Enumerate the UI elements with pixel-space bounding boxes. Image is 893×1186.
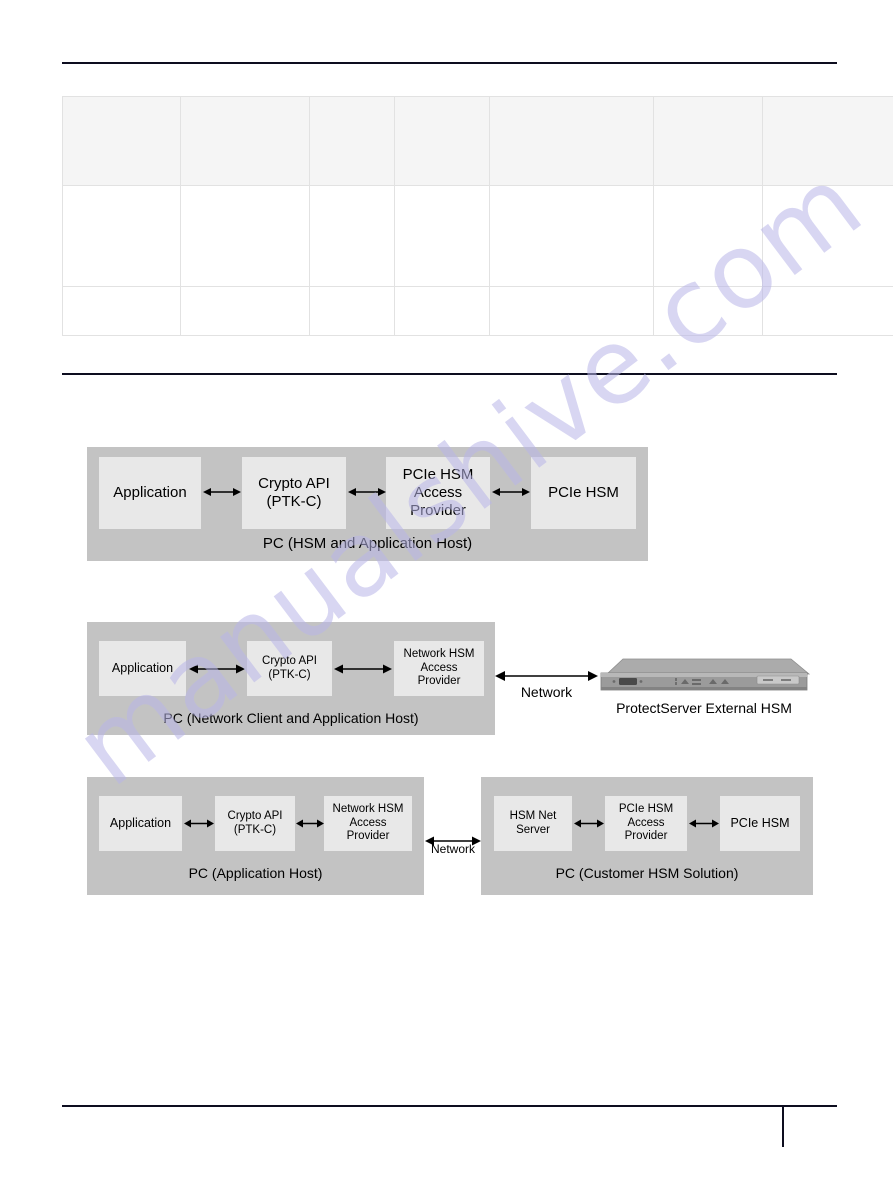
node-label-line2: Access	[349, 816, 387, 829]
host-caption-pc-application-host: PC (Application Host)	[188, 865, 323, 881]
node-label: PCIe HSM Access Provider	[619, 803, 673, 844]
connector-access-provider-to-pcie-hsm-icon	[689, 819, 719, 828]
node-label: Network HSM Access Provider	[333, 803, 404, 844]
node-network-hsm-access-provider: Network HSM Access Provider	[324, 796, 412, 851]
document-page: Application Crypto API (PTK-C) PCIe HSM …	[0, 0, 893, 1186]
node-label-line2: (PTK-C)	[233, 823, 277, 836]
node-pcie-hsm-access-provider: PCIe HSM Access Provider	[605, 796, 687, 851]
diagram-customer-hsm-solution: Application Crypto API (PTK-C) Network H…	[0, 0, 893, 1186]
node-label: PCIe HSM	[730, 816, 790, 831]
connector-crypto-api-to-network-access-provider-icon	[296, 819, 324, 828]
node-label-line3: Provider	[624, 830, 668, 843]
node-label-line1: PCIe HSM	[618, 803, 674, 816]
connector-hsm-net-server-to-access-provider-icon	[574, 819, 604, 828]
node-label-line3: Provider	[346, 830, 390, 843]
node-pcie-hsm: PCIe HSM	[720, 796, 800, 851]
node-hsm-net-server: HSM Net Server	[494, 796, 572, 851]
node-application: Application	[99, 796, 182, 851]
node-label-line1: Network HSM	[332, 803, 404, 816]
host-caption-pc-customer-hsm-solution: PC (Customer HSM Solution)	[555, 865, 739, 881]
node-label-line2: Access	[627, 816, 665, 829]
node-label-line1: HSM Net	[509, 809, 557, 822]
node-crypto-api: Crypto API (PTK-C)	[215, 796, 295, 851]
node-label-line1: Crypto API	[227, 809, 283, 822]
node-label: Crypto API (PTK-C)	[228, 810, 283, 837]
node-label: Application	[109, 816, 172, 831]
network-label: Network	[430, 842, 475, 856]
connector-application-to-crypto-api-icon	[184, 819, 214, 828]
node-label-line2: Server	[516, 823, 550, 836]
node-label: HSM Net Server	[510, 810, 557, 837]
